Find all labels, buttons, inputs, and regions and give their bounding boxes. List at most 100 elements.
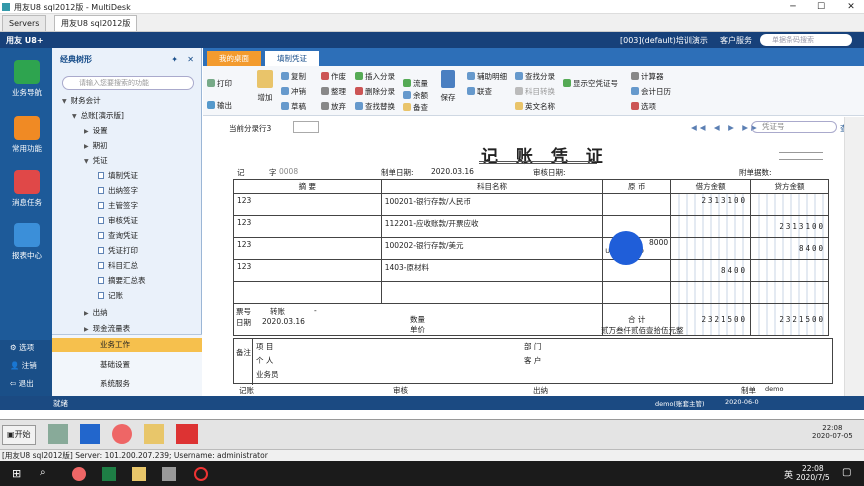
tree-item[interactable]: 科目汇总: [98, 261, 138, 271]
tree-item[interactable]: 审核凭证: [98, 216, 138, 226]
table-row[interactable]: 123 1403-原材料 8400: [233, 259, 829, 282]
bill-date-value[interactable]: 2020.03.16: [262, 317, 305, 326]
entry-row-box[interactable]: [293, 121, 319, 133]
calendar-button[interactable]: 会计日历: [631, 86, 671, 97]
balance-button[interactable]: 余额: [403, 90, 428, 101]
summary-cell[interactable]: 123: [233, 237, 382, 260]
find-replace-button[interactable]: 查找替换: [355, 101, 395, 112]
pin-icon[interactable]: ✦: [171, 52, 178, 68]
nav-reports[interactable]: 报表中心: [8, 223, 46, 261]
table-row[interactable]: [233, 281, 829, 304]
void-button[interactable]: 作废: [321, 71, 346, 82]
flush-button[interactable]: 冲销: [281, 86, 306, 97]
account-cell[interactable]: [380, 281, 604, 304]
tree-item[interactable]: ▶ 出纳: [84, 308, 108, 319]
tab-fill-voucher[interactable]: 填制凭证: [265, 51, 319, 66]
account-cell[interactable]: 1403-原材料: [380, 259, 604, 282]
voucher-number-search[interactable]: 凭证号: [751, 121, 837, 133]
tree-item[interactable]: 记账: [98, 291, 123, 301]
export-button[interactable]: 输出: [207, 100, 232, 111]
tab-my-desktop[interactable]: 我的桌面: [207, 51, 261, 66]
tab-u8-session[interactable]: 用友U8 sql2012版: [54, 15, 138, 31]
credit-cell[interactable]: [750, 193, 829, 216]
windows-start-icon[interactable]: ⊞: [12, 467, 21, 480]
calculator-button[interactable]: 计算器: [631, 71, 664, 82]
u8-taskbar-icon[interactable]: [176, 424, 198, 444]
customer-service-link[interactable]: 客户服务: [720, 35, 752, 46]
ime-indicator[interactable]: 英: [784, 468, 793, 481]
delete-entry-button[interactable]: 删除分录: [355, 86, 395, 97]
options-link[interactable]: ⚙ 选项: [10, 342, 34, 353]
basic-settings-item[interactable]: 基础设置: [100, 359, 130, 370]
tree-item[interactable]: 凭证打印: [98, 246, 138, 256]
summary-cell[interactable]: 123: [233, 215, 382, 238]
table-row[interactable]: 123 100202-银行存款/美元 8000USD 2 8000 8400: [233, 237, 829, 260]
debit-cell[interactable]: [670, 215, 752, 238]
table-row[interactable]: 123 112201-应收账款/开票应收 2313100: [233, 215, 829, 238]
minimize-button[interactable]: ─: [782, 0, 804, 14]
powershell-icon[interactable]: [80, 424, 100, 444]
notification-icon[interactable]: ▢: [842, 467, 851, 478]
account-cell[interactable]: 112201-应收账款/开票应收: [380, 215, 604, 238]
search-icon[interactable]: ⌕: [40, 467, 46, 478]
credit-cell[interactable]: 2313100: [750, 215, 829, 238]
tree-item[interactable]: ▶ 设置: [84, 126, 108, 137]
save-button[interactable]: 保存: [439, 70, 457, 103]
print-button[interactable]: 打印: [207, 78, 232, 89]
memo-button[interactable]: 备查: [403, 102, 428, 113]
firefox-icon[interactable]: [72, 467, 86, 481]
explorer-icon[interactable]: [132, 467, 146, 481]
taskbar-app-icon[interactable]: [48, 424, 68, 444]
system-service-item[interactable]: 系统服务: [100, 378, 130, 389]
options-button[interactable]: 选项: [631, 101, 656, 112]
credit-cell[interactable]: 8400: [750, 237, 829, 260]
tree-item[interactable]: ▼ 总账[演示版]: [72, 111, 124, 122]
debit-cell[interactable]: [670, 281, 752, 304]
app-icon[interactable]: [162, 467, 176, 481]
english-name-button[interactable]: 英文名称: [515, 101, 555, 112]
close-panel-icon[interactable]: ✕: [187, 52, 194, 68]
exit-link[interactable]: ⇦ 退出: [10, 378, 34, 389]
find-entry-button[interactable]: 查找分录: [515, 71, 555, 82]
tree-item[interactable]: 查询凭证: [98, 231, 138, 241]
account-convert-button[interactable]: 科目转换: [515, 86, 555, 97]
show-empty-voucher-button[interactable]: 显示空凭证号: [563, 78, 618, 89]
abandon-button[interactable]: 放弃: [321, 101, 346, 112]
original-cell[interactable]: [602, 259, 672, 282]
maximize-button[interactable]: ☐: [810, 0, 832, 14]
original-cell[interactable]: [602, 281, 672, 304]
record-icon[interactable]: [194, 467, 208, 481]
debit-cell[interactable]: [670, 237, 752, 260]
nav-messages[interactable]: 消息任务: [8, 170, 46, 208]
tab-servers[interactable]: Servers: [2, 15, 47, 31]
flow-button[interactable]: 流量: [403, 78, 428, 89]
close-button[interactable]: ✕: [840, 0, 862, 14]
voucher-nav-arrows[interactable]: ◀◀ ◀ ▶ ▶▶: [691, 123, 760, 132]
add-button[interactable]: 增加: [255, 70, 275, 103]
linked-query-button[interactable]: 联查: [467, 86, 492, 97]
summary-cell[interactable]: 123: [233, 259, 382, 282]
aux-detail-button[interactable]: 辅助明细: [467, 71, 507, 82]
credit-cell[interactable]: [750, 281, 829, 304]
excel-icon[interactable]: [102, 467, 116, 481]
tree-item[interactable]: 填制凭证: [98, 171, 138, 181]
draft-button[interactable]: 草稿: [281, 101, 306, 112]
business-work-item[interactable]: 业务工作: [52, 338, 202, 352]
logout-link[interactable]: 👤 注销: [10, 360, 37, 371]
debit-cell[interactable]: 2313100: [670, 193, 752, 216]
credit-cell[interactable]: [750, 259, 829, 282]
bill-no-value[interactable]: 转账: [270, 306, 285, 317]
tree-item[interactable]: 摘要汇总表: [98, 276, 146, 286]
tree-item[interactable]: ▼ 财务会计: [62, 96, 101, 107]
nav-common[interactable]: 常用功能: [8, 116, 46, 154]
start-button[interactable]: ▣开始: [2, 425, 36, 445]
account-cell[interactable]: 100201-银行存款/人民币: [380, 193, 604, 216]
table-row[interactable]: 123 100201-银行存款/人民币 2313100: [233, 193, 829, 216]
summary-cell[interactable]: 123: [233, 193, 382, 216]
account-cell[interactable]: 100202-银行存款/美元: [380, 237, 604, 260]
tree-item[interactable]: 主管签字: [98, 201, 138, 211]
voucher-type[interactable]: 记: [237, 167, 245, 178]
chrome-icon[interactable]: [112, 424, 132, 444]
folder-icon[interactable]: [144, 424, 164, 444]
original-cell[interactable]: [602, 193, 672, 216]
